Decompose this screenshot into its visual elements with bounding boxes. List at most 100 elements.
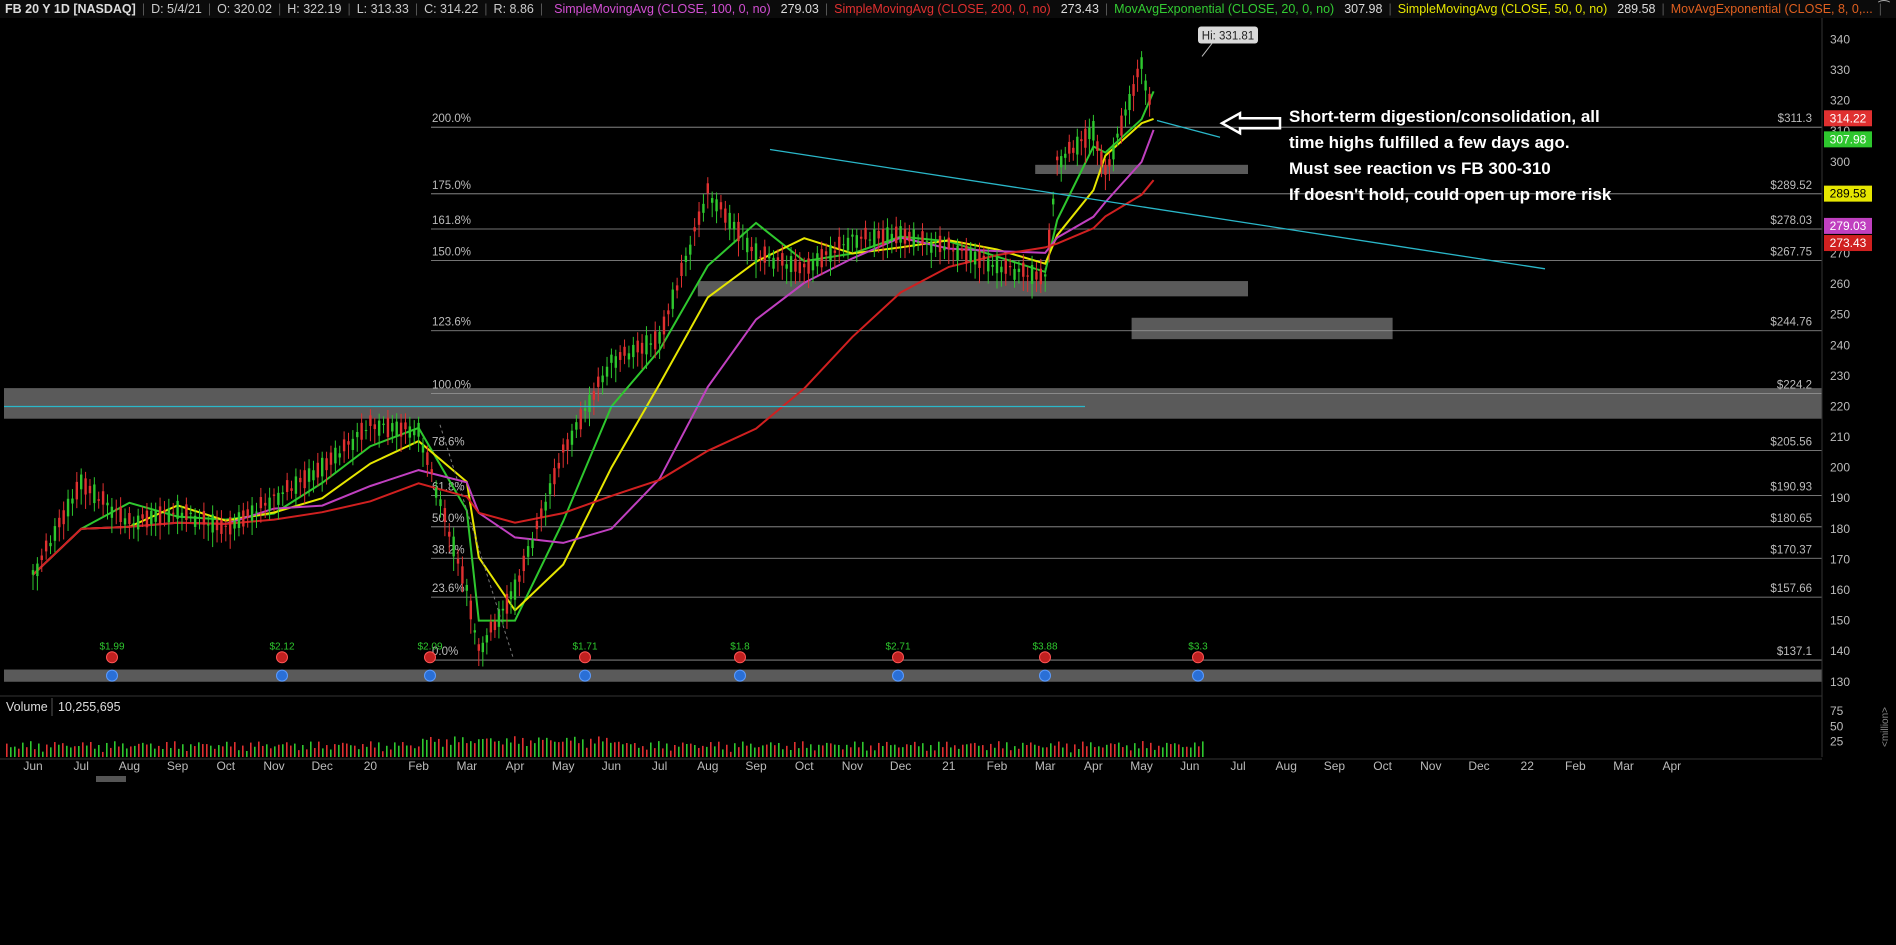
- volume-bar: [510, 742, 512, 757]
- volume-bar: [522, 737, 524, 757]
- y-axis-tick-label: 190: [1830, 491, 1850, 505]
- volume-bar: [1170, 744, 1172, 757]
- candle-body: [513, 579, 517, 600]
- candle-body: [1100, 151, 1103, 166]
- candle-body: [746, 237, 749, 253]
- volume-bar: [734, 743, 736, 757]
- volume-bar: [1006, 742, 1008, 757]
- candle-body: [49, 542, 52, 547]
- study-label[interactable]: SimpleMovingAvg (CLOSE, 50, 0, no): [1393, 2, 1613, 16]
- volume-bar: [1054, 745, 1056, 757]
- candle-body: [1044, 274, 1047, 277]
- volume-bar: [882, 745, 884, 757]
- volume-bar: [898, 747, 900, 757]
- volume-bar: [18, 748, 20, 757]
- volume-bar: [854, 741, 856, 757]
- candle-body: [1022, 262, 1025, 277]
- volume-bar: [738, 747, 740, 757]
- candle-body: [811, 259, 815, 271]
- volume-bar: [566, 737, 568, 757]
- volume-bar: [218, 745, 220, 757]
- collapse-icon[interactable]: ⁀: [1876, 0, 1892, 16]
- candle-body: [645, 335, 648, 355]
- candle-body: [903, 229, 907, 244]
- fib-level-price: $190.93: [1770, 481, 1812, 493]
- candle-body: [921, 231, 924, 245]
- volume-bar: [130, 746, 132, 757]
- volume-bar: [1062, 747, 1064, 757]
- candle-body: [820, 249, 823, 268]
- candle-body: [627, 353, 631, 360]
- candle-body: [544, 501, 547, 511]
- candle-body: [338, 453, 341, 458]
- candle-body: [207, 524, 210, 526]
- volume-bar: [786, 745, 788, 757]
- candle-body: [1072, 147, 1075, 153]
- volume-bar: [154, 748, 156, 757]
- volume-bar: [798, 748, 800, 757]
- volume-bar: [1134, 743, 1136, 757]
- volume-bar: [354, 745, 356, 757]
- volume-bar: [86, 745, 88, 757]
- volume-bar: [110, 747, 112, 757]
- study-label[interactable]: SimpleMovingAvg (CLOSE, 100, 0, no): [549, 2, 776, 16]
- volume-bar: [794, 742, 796, 757]
- volume-bar: [1150, 742, 1152, 757]
- volume-bar: [982, 745, 984, 757]
- volume-bar: [550, 740, 552, 757]
- volume-bar: [486, 738, 488, 757]
- chart-area[interactable]: 200.0% $311.3 175.0% $289.52 161.8% $278.03 15…: [0, 18, 1896, 945]
- candle-body: [566, 439, 569, 450]
- symbol-label[interactable]: FB 20 Y 1D [NASDAQ]: [0, 2, 141, 16]
- volume-bar: [1078, 749, 1080, 757]
- volume-bar: [338, 744, 340, 757]
- study-label[interactable]: MovAvgExponential (CLOSE, 20, 0, no): [1109, 2, 1339, 16]
- volume-bar: [482, 738, 484, 757]
- candle-body: [1140, 57, 1143, 69]
- volume-bar: [222, 746, 224, 757]
- volume-bar: [1146, 748, 1148, 757]
- volume-bar: [1026, 744, 1028, 757]
- candle-body: [321, 457, 324, 477]
- volume-bar: [814, 750, 816, 757]
- volume-bar: [134, 745, 136, 757]
- volume-bar: [618, 741, 620, 757]
- candle-body: [601, 375, 604, 383]
- earnings-icon: [579, 651, 591, 664]
- volume-bar: [1154, 749, 1156, 757]
- support-zone: [697, 281, 1248, 297]
- volume-bar: [26, 747, 28, 757]
- volume-bar: [14, 746, 16, 757]
- volume-bar: [370, 741, 372, 757]
- volume-bar: [682, 742, 684, 757]
- volume-bar: [42, 751, 44, 757]
- candle-body: [540, 508, 543, 518]
- dividend-icon: [1039, 669, 1051, 682]
- volume-value: 10,255,695: [58, 700, 121, 714]
- candle-body: [237, 512, 241, 528]
- candle-body: [859, 236, 863, 239]
- volume-bar: [274, 746, 276, 757]
- study-label[interactable]: SimpleMovingAvg (CLOSE, 200, 0, no): [829, 2, 1056, 16]
- candle-body: [737, 221, 740, 242]
- candle-body: [531, 539, 534, 549]
- candle-body: [342, 439, 346, 452]
- fib-level-percent: 200.0%: [432, 113, 471, 125]
- volume-bar: [1102, 747, 1104, 757]
- candle-body: [377, 420, 381, 436]
- price-chart[interactable]: 200.0% $311.3 175.0% $289.52 161.8% $278.03 15…: [0, 18, 1896, 945]
- volume-bar: [186, 750, 188, 757]
- candle-body: [881, 229, 885, 245]
- study-label[interactable]: MovAvgExponential (CLOSE, 8, 0,...: [1666, 2, 1878, 16]
- candle-body: [1026, 275, 1029, 277]
- volume-bar: [538, 737, 540, 757]
- volume-bar: [334, 744, 336, 757]
- volume-bar: [90, 741, 92, 757]
- volume-bar: [114, 741, 116, 757]
- volume-bar: [1058, 741, 1060, 757]
- x-axis-tick-label: Sep: [745, 759, 767, 773]
- volume-bar: [650, 742, 652, 757]
- candle-body: [846, 237, 850, 251]
- candle-body: [1068, 141, 1071, 154]
- volume-bar: [606, 737, 608, 757]
